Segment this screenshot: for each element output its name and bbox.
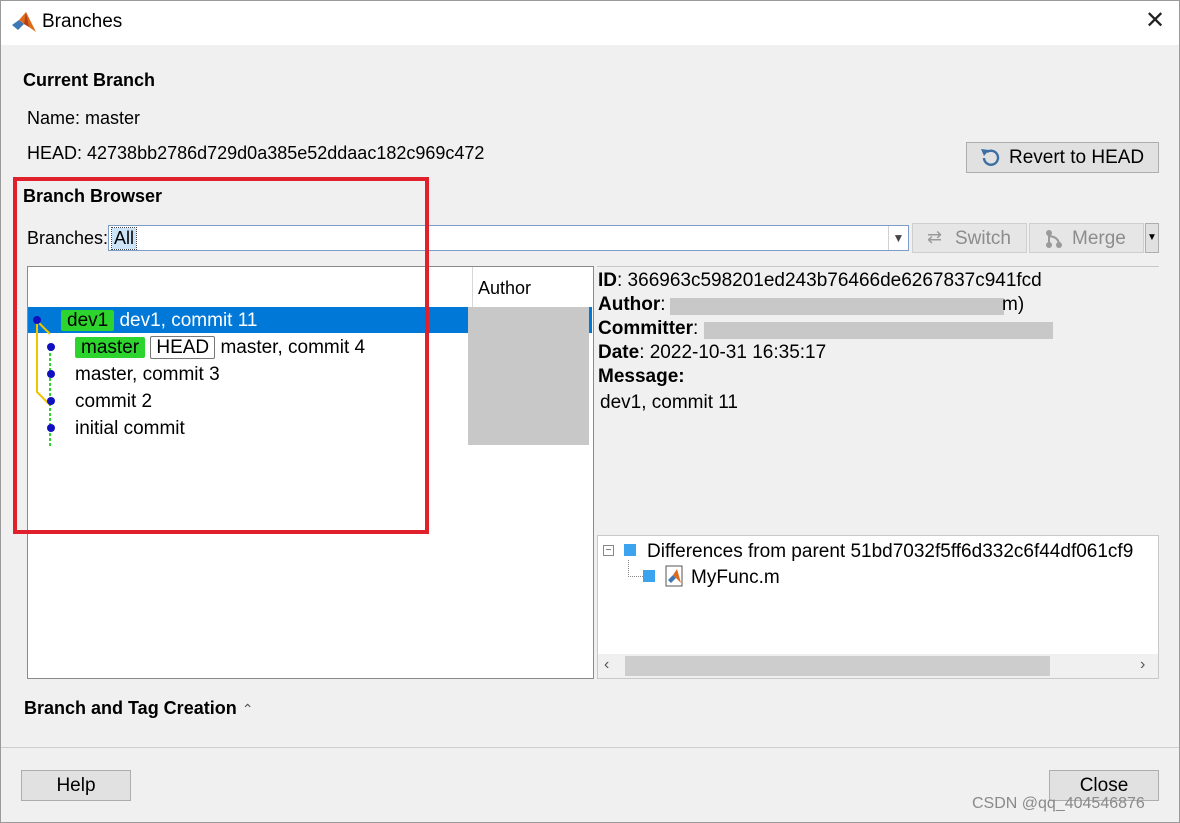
commit-node [47, 370, 55, 378]
file-square-icon [643, 570, 655, 582]
tag-head: HEAD [150, 336, 216, 359]
switch-icon: ⇄ [927, 227, 943, 247]
commit-message: dev1, commit 11 [119, 310, 258, 331]
matlab-logo-icon [12, 12, 36, 32]
folder-square-icon [624, 544, 636, 556]
commit-row-3[interactable]: commit 2 [75, 391, 152, 413]
window-title: Branches [42, 11, 123, 32]
switch-button[interactable]: ⇄ Switch [912, 223, 1027, 253]
tag-master: master [75, 337, 146, 358]
commit-node [47, 397, 55, 405]
author-column-header[interactable]: Author [473, 267, 593, 308]
title-bar: Branches ✕ [0, 0, 1180, 45]
commit-node [47, 343, 55, 351]
commit-graph-panel: Author dev1 dev1, commit 11 master HEAD … [27, 266, 594, 679]
branches-dropdown-value: All [110, 227, 138, 250]
revert-icon [981, 149, 1000, 166]
revert-to-head-button[interactable]: Revert to HEAD [966, 142, 1159, 173]
horizontal-scrollbar[interactable]: ‹ › [598, 654, 1158, 678]
commit-message: master, commit 4 [220, 337, 366, 358]
commit-message-detail: dev1, commit 11 [600, 392, 738, 413]
revert-button-label: Revert to HEAD [1009, 147, 1145, 168]
commit-id: ID: 366963c598201ed243b76466de6267837c94… [598, 270, 1042, 291]
differences-tree: − Differences from parent 51bd7032f5ff6d… [597, 535, 1159, 679]
author-column-values [468, 307, 589, 445]
merge-icon [1046, 230, 1062, 248]
close-icon[interactable]: ✕ [1142, 8, 1168, 34]
commit-author: Author: [598, 294, 666, 315]
branch-browser-heading: Branch Browser [23, 186, 163, 206]
branches-dropdown[interactable]: All ▼ [108, 225, 909, 251]
branches-label: Branches: [27, 228, 109, 248]
author-suffix: m) [1002, 294, 1025, 315]
tag-dev1: dev1 [61, 310, 115, 331]
commit-row-4[interactable]: initial commit [75, 418, 185, 440]
scrollbar-thumb[interactable] [625, 656, 1050, 676]
commit-date: Date: 2022-10-31 16:35:17 [598, 342, 827, 363]
scroll-right-icon[interactable]: › [1140, 656, 1145, 674]
commit-row-0: dev1 dev1, commit 11 [61, 310, 257, 332]
head-hash: HEAD: 42738bb2786d729d0a385e52ddaac182c9… [27, 143, 485, 163]
branch-name: Name: master [27, 108, 141, 128]
commit-details-panel: ID: 366963c598201ed243b76466de6267837c94… [597, 266, 1159, 533]
file-myfunc[interactable]: MyFunc.m [691, 567, 780, 589]
author-column-label: Author [478, 278, 532, 298]
collapse-icon[interactable]: − [603, 545, 614, 556]
chevron-down-icon[interactable]: ▼ [888, 226, 908, 250]
chevron-up-icon[interactable]: ⌃ [242, 701, 254, 717]
more-options-chevron-icon[interactable]: ▼ [1145, 223, 1159, 253]
commit-committer: Committer: [598, 318, 699, 339]
current-branch-heading: Current Branch [23, 70, 156, 90]
switch-button-label: Switch [955, 228, 1011, 249]
watermark: CSDN @qq_404546876 [972, 795, 1145, 812]
differences-root[interactable]: Differences from parent 51bd7032f5ff6d33… [647, 541, 1133, 563]
redacted-committer [704, 322, 1053, 339]
help-button[interactable]: Help [21, 770, 131, 801]
commit-node [47, 424, 55, 432]
commit-row-1[interactable]: master HEAD master, commit 4 [75, 336, 366, 359]
message-label: Message: [598, 366, 685, 387]
m-file-icon [665, 565, 683, 587]
merge-button-label: Merge [1072, 228, 1126, 249]
commit-node [33, 316, 41, 324]
redacted-author [670, 298, 1004, 315]
merge-button[interactable]: Merge [1029, 223, 1144, 253]
scroll-left-icon[interactable]: ‹ [604, 656, 609, 674]
commit-row-2[interactable]: master, commit 3 [75, 364, 220, 386]
branch-tag-creation-heading[interactable]: Branch and Tag Creation ⌃ [24, 698, 253, 719]
